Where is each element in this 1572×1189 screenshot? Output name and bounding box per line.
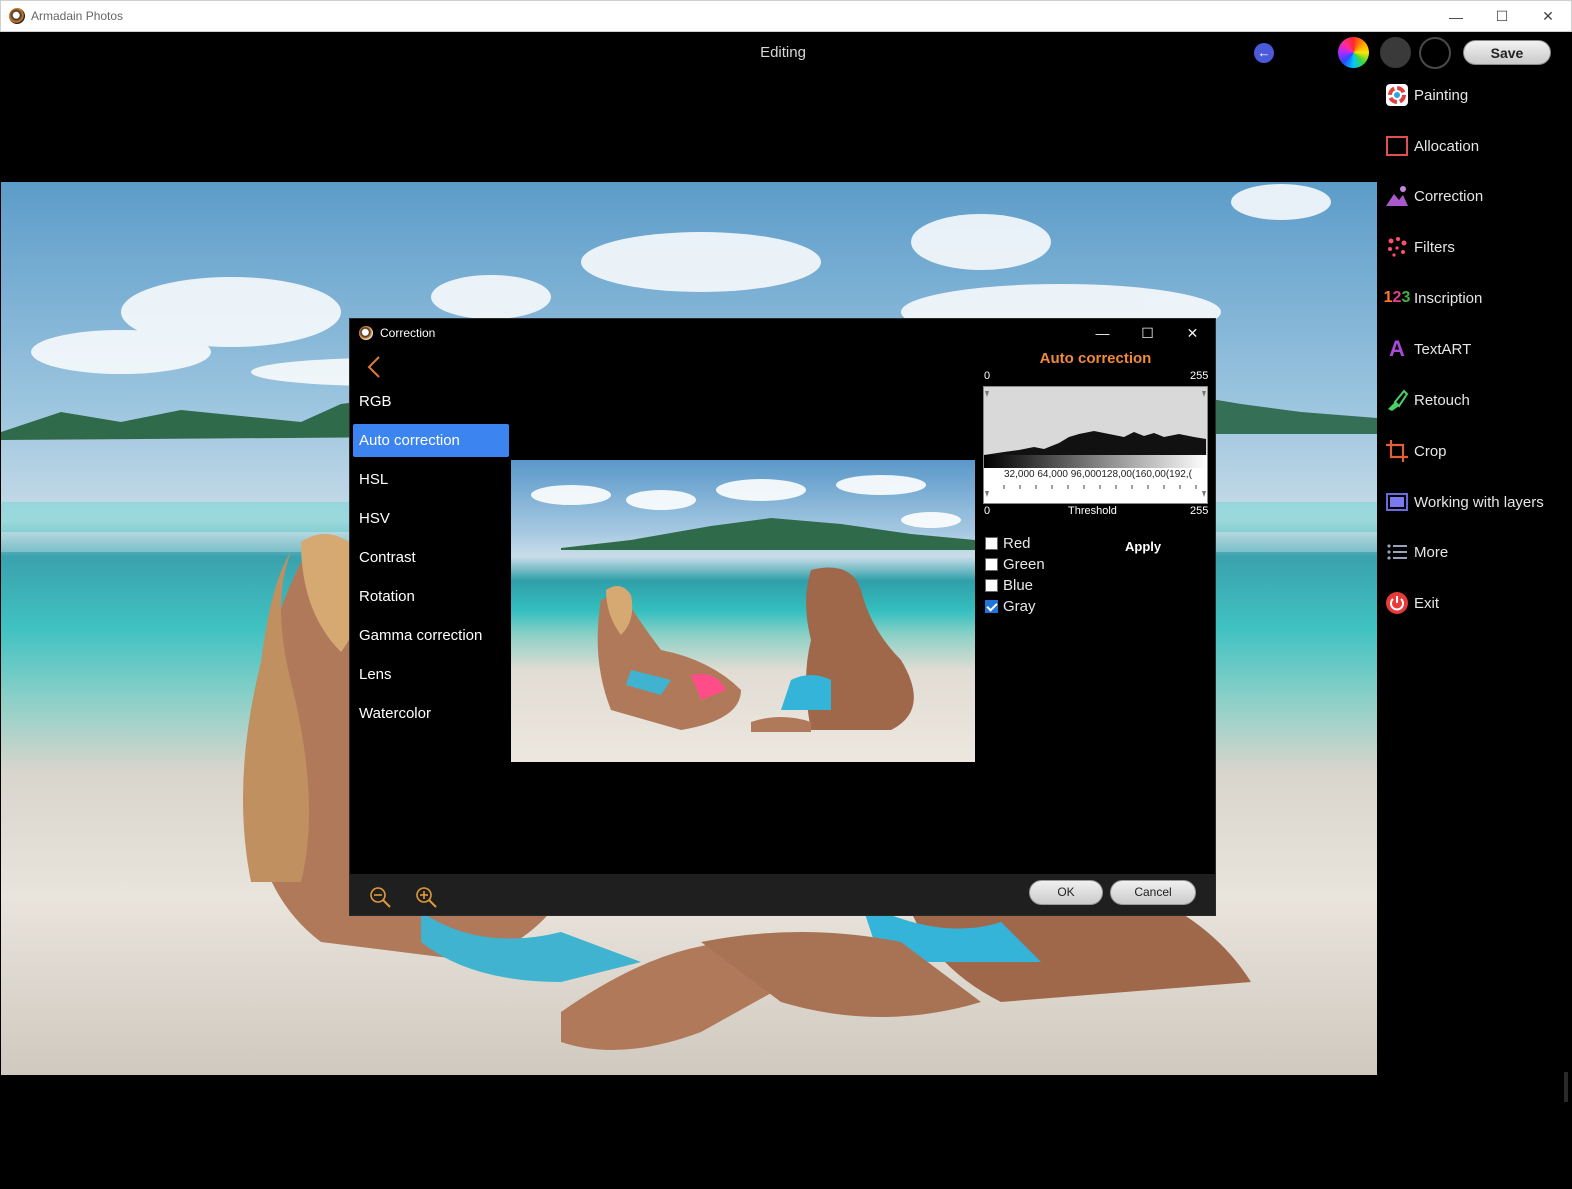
- channel-gray-checkbox[interactable]: Gray: [985, 596, 1036, 616]
- sidebar-item-label: Inscription: [1414, 289, 1483, 307]
- maximize-button[interactable]: ☐: [1479, 1, 1525, 32]
- histogram-tick-labels: 32,000 64,000 96,000128,00(160,00(192,(: [1004, 469, 1192, 480]
- more-icon: [1384, 539, 1410, 565]
- dialog-maximize-button[interactable]: ☐: [1125, 319, 1170, 347]
- sidebar-item-label: Painting: [1414, 86, 1469, 104]
- correction-dialog: Correction — ☐ ✕ RGB Auto correction HSL…: [349, 318, 1216, 916]
- panel-title: Auto correction: [1039, 350, 1152, 367]
- sidebar-item-painting[interactable]: Painting: [1384, 75, 1468, 115]
- menu-item-watercolor[interactable]: Watercolor: [353, 697, 509, 730]
- page-title: Editing: [760, 44, 806, 61]
- channel-blue-checkbox[interactable]: Blue: [985, 575, 1033, 595]
- textart-icon: A: [1389, 336, 1405, 361]
- sidebar-item-exit[interactable]: Exit: [1384, 583, 1439, 623]
- ok-button[interactable]: OK: [1029, 880, 1103, 905]
- threshold-max-label: 255: [1190, 505, 1209, 517]
- dialog-titlebar: Correction — ☐ ✕: [350, 319, 1215, 347]
- checkbox-box[interactable]: [985, 599, 998, 613]
- minimize-button[interactable]: —: [1433, 1, 1479, 32]
- sidebar-item-label: More: [1414, 543, 1449, 561]
- checkbox-label: Red: [1003, 534, 1031, 552]
- exit-icon: [1384, 590, 1410, 616]
- sidebar-item-label: Working with layers: [1414, 493, 1544, 511]
- sidebar-item-inscription[interactable]: 123 Inscription: [1383, 278, 1483, 318]
- crop-icon: [1384, 438, 1410, 464]
- sidebar-item-crop[interactable]: Crop: [1384, 431, 1447, 471]
- checkbox-label: Gray: [1003, 597, 1036, 615]
- histogram-min-label: 0: [984, 370, 991, 382]
- chevron-left-icon[interactable]: [364, 355, 384, 379]
- menu-item-hsl[interactable]: HSL: [353, 463, 509, 496]
- menu-item-gamma-correction[interactable]: Gamma correction: [353, 619, 509, 652]
- threshold-label: Threshold: [1068, 505, 1117, 517]
- threshold-min-label: 0: [984, 505, 991, 517]
- cancel-button[interactable]: Cancel: [1110, 880, 1196, 905]
- channel-green-checkbox[interactable]: Green: [985, 554, 1045, 574]
- painting-icon: [1384, 82, 1410, 108]
- menu-item-lens[interactable]: Lens: [353, 658, 509, 691]
- app-window: Armadain Photos — ☐ ✕ Editing ← Save Pai…: [0, 0, 1572, 1189]
- menu-item-contrast[interactable]: Contrast: [353, 541, 509, 574]
- sidebar-item-layers[interactable]: Working with layers: [1384, 482, 1544, 522]
- preview-image: [511, 460, 975, 762]
- sidebar-item-label: Crop: [1414, 442, 1447, 460]
- sidebar-item-filters[interactable]: Filters: [1384, 227, 1455, 267]
- close-button[interactable]: ✕: [1525, 1, 1571, 32]
- sidebar-item-label: Filters: [1414, 238, 1455, 256]
- color-wheel-icon[interactable]: [1338, 37, 1369, 68]
- sidebar-item-label: TextART: [1414, 340, 1472, 358]
- filters-icon: [1384, 234, 1410, 260]
- channel-red-checkbox[interactable]: Red: [985, 533, 1031, 553]
- menu-item-auto-correction[interactable]: Auto correction: [353, 424, 509, 457]
- dialog-minimize-button[interactable]: —: [1080, 319, 1125, 347]
- secondary-color-swatch[interactable]: [1419, 37, 1451, 69]
- checkbox-box[interactable]: [985, 578, 998, 592]
- sidebar-item-allocation[interactable]: Allocation: [1384, 126, 1479, 166]
- app-logo-icon: [9, 8, 25, 24]
- window-title: Armadain Photos: [31, 9, 124, 23]
- layers-icon: [1384, 489, 1410, 515]
- correction-icon: [1384, 183, 1410, 209]
- sidebar-item-label: Allocation: [1414, 137, 1480, 155]
- inscription-icon: 123: [1383, 289, 1411, 306]
- sidebar-item-textart[interactable]: A TextART: [1384, 329, 1471, 369]
- tools-sidebar: Painting Allocation Correction Filters 1…: [1378, 72, 1568, 1189]
- undo-arrow-icon[interactable]: ←: [1254, 43, 1274, 63]
- zoom-in-icon[interactable]: [415, 886, 437, 908]
- checkbox-label: Green: [1003, 555, 1045, 573]
- window-titlebar: Armadain Photos — ☐ ✕: [0, 0, 1572, 32]
- sidebar-scrollbar[interactable]: [1564, 1072, 1568, 1102]
- checkbox-box[interactable]: [985, 536, 998, 550]
- dialog-footer: OK Cancel: [350, 874, 1215, 915]
- sidebar-item-label: Exit: [1414, 594, 1440, 612]
- save-button[interactable]: Save: [1463, 40, 1551, 65]
- histogram-max-label: 255: [1190, 370, 1209, 382]
- sidebar-item-retouch[interactable]: Retouch: [1384, 380, 1470, 420]
- dialog-logo-icon: [359, 326, 373, 340]
- histogram-chart[interactable]: 32,000 64,000 96,000128,00(160,00(192,(: [983, 386, 1208, 504]
- sidebar-item-label: Correction: [1414, 187, 1484, 205]
- dialog-close-button[interactable]: ✕: [1170, 319, 1215, 347]
- primary-color-swatch[interactable]: [1380, 37, 1411, 68]
- menu-item-rgb[interactable]: RGB: [353, 385, 509, 418]
- histogram-graph: [984, 391, 1207, 503]
- menu-item-hsv[interactable]: HSV: [353, 502, 509, 535]
- sidebar-item-correction[interactable]: Correction: [1384, 176, 1483, 216]
- apply-button[interactable]: Apply: [1125, 539, 1161, 554]
- retouch-icon: [1384, 387, 1410, 413]
- sidebar-item-more[interactable]: More: [1384, 532, 1448, 572]
- zoom-out-icon[interactable]: [369, 886, 391, 908]
- correction-menu: RGB Auto correction HSL HSV Contrast Rot…: [353, 385, 509, 736]
- sidebar-item-label: Retouch: [1414, 391, 1470, 409]
- preview-photo-illustration: [531, 475, 975, 732]
- checkbox-label: Blue: [1003, 576, 1034, 594]
- checkbox-box[interactable]: [985, 557, 998, 571]
- dialog-title: Correction: [380, 326, 436, 340]
- allocation-icon: [1384, 133, 1410, 159]
- menu-item-rotation[interactable]: Rotation: [353, 580, 509, 613]
